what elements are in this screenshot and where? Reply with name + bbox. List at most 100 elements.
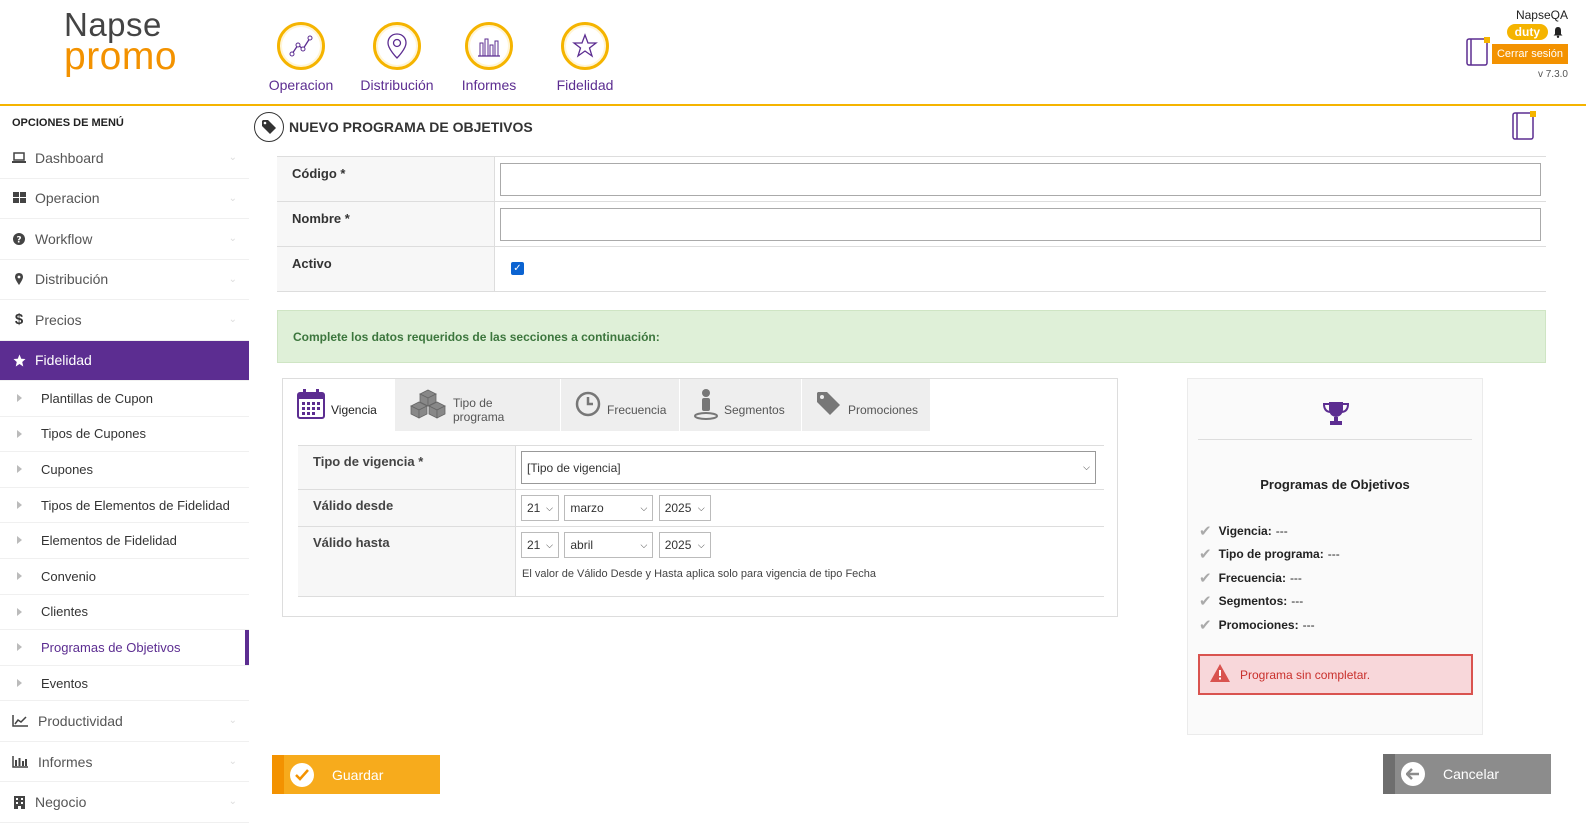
- tab-segmentos[interactable]: Segmentos: [680, 379, 802, 431]
- check-icon: ✔: [1199, 593, 1212, 611]
- summary-item: ✔ Segmentos: ---: [1199, 590, 1340, 614]
- version-label: v 7.3.0: [1537, 69, 1568, 80]
- logout-button[interactable]: Cerrar sesión: [1491, 44, 1568, 64]
- sidebar-item-informes[interactable]: Informes ⌄: [0, 742, 249, 783]
- sidebar-subitem-label: Convenio: [41, 568, 96, 584]
- hasta-day-select[interactable]: 21 ⌵: [521, 532, 559, 558]
- summary-item-label: Frecuencia:: [1218, 570, 1286, 585]
- caret-right-icon: [17, 394, 22, 402]
- napse-promo-logo[interactable]: Napse promo: [64, 8, 177, 76]
- sidebar-item-label: Operacion: [35, 190, 100, 207]
- select-value: 2025: [664, 501, 692, 515]
- sidebar-subitem-label: Tipos de Cupones: [41, 426, 147, 442]
- valido-desde-label: Válido desde: [298, 490, 516, 526]
- desde-month-select[interactable]: marzo ⌵: [564, 495, 654, 521]
- chevron-down-icon: ⌄: [228, 152, 237, 163]
- summary-item-value: ---: [1291, 594, 1304, 609]
- sidebar-item-label: Precios: [35, 311, 82, 328]
- chevron-down-icon: ⌵: [640, 539, 648, 550]
- sidebar-subitem[interactable]: Cupones: [0, 452, 249, 488]
- sidebar-subitem-label: Eventos: [41, 675, 88, 691]
- book-icon[interactable]: [1464, 36, 1492, 73]
- chevron-down-icon: ⌄: [228, 314, 237, 325]
- dollar-icon: $: [14, 311, 24, 329]
- sidebar-item-operacion[interactable]: Operacion ⌄: [0, 179, 249, 219]
- bar-chart-icon: [12, 755, 28, 768]
- summary-item-label: Segmentos:: [1218, 594, 1288, 609]
- top-navigation: Operacion Distribución Informes Fidelida…: [266, 22, 620, 93]
- chevron-down-icon: ⌄: [228, 715, 237, 727]
- question-icon: ?: [12, 232, 26, 245]
- sidebar-subitem[interactable]: Tipos de Cupones: [0, 417, 249, 453]
- book-icon[interactable]: [1510, 110, 1538, 147]
- topnav-fidelidad[interactable]: Fidelidad: [550, 22, 620, 93]
- codigo-input[interactable]: [500, 163, 1541, 196]
- cancel-button[interactable]: Cancelar: [1383, 754, 1551, 794]
- sidebar-item-fidelidad[interactable]: Fidelidad: [0, 340, 249, 381]
- activo-checkbox[interactable]: ✓: [511, 262, 524, 275]
- tab-frecuencia[interactable]: Frecuencia: [561, 379, 680, 431]
- summary-panel: Programas de Objetivos ✔ Vigencia: --- ✔ Ti…: [1187, 378, 1483, 735]
- logo-line2: promo: [64, 35, 178, 78]
- sidebar-item-distribucion[interactable]: Distribución ⌄: [0, 260, 249, 300]
- sidebar-item-negocio[interactable]: Negocio ⌄: [0, 782, 249, 823]
- sidebar-item-label: Workflow: [35, 230, 93, 247]
- sidebar-subitem[interactable]: Clientes: [0, 595, 249, 631]
- sidebar-item-label: Dashboard: [35, 149, 104, 166]
- topnav-operacion[interactable]: Operacion: [266, 22, 336, 93]
- app-header: Napse promo Operacion Distribución Infor…: [0, 0, 1586, 106]
- tipo-vigencia-select[interactable]: [Tipo de vigencia] ⌵: [521, 451, 1096, 484]
- chevron-down-icon: ⌵: [546, 539, 553, 550]
- tab-tipo-programa[interactable]: Tipo de programa: [395, 379, 561, 431]
- topnav-informes[interactable]: Informes: [454, 22, 524, 93]
- bell-icon[interactable]: [1552, 26, 1564, 38]
- topnav-distribucion[interactable]: Distribución: [352, 22, 442, 93]
- caret-right-icon: [17, 678, 22, 687]
- desde-year-select[interactable]: 2025 ⌵: [658, 495, 711, 521]
- caret-right-icon: [17, 500, 22, 509]
- sidebar-subitem[interactable]: Tipos de Elementos de Fidelidad: [0, 488, 249, 524]
- sidebar-item-precios[interactable]: $ Precios ⌄: [0, 300, 249, 341]
- caret-right-icon: [17, 429, 22, 438]
- save-label: Guardar: [332, 766, 384, 783]
- vigencia-hint: El valor de Válido Desde y Hasta aplica …: [522, 568, 877, 580]
- save-button[interactable]: Guardar: [272, 755, 440, 794]
- caret-right-icon: [17, 607, 22, 616]
- sidebar-subitem[interactable]: Plantillas de Cupon: [0, 381, 249, 417]
- nombre-input[interactable]: [500, 208, 1541, 241]
- sidebar-subitem-label: Plantillas de Cupon: [41, 390, 154, 406]
- clock-icon: [575, 391, 601, 420]
- desde-day-select[interactable]: 21 ⌵: [521, 495, 559, 521]
- check-icon: ✔: [1199, 616, 1212, 634]
- hasta-year-select[interactable]: 2025 ⌵: [658, 532, 711, 558]
- sidebar-item-productividad[interactable]: Productividad ⌄: [0, 701, 249, 742]
- tab-promociones[interactable]: Promociones: [802, 379, 931, 431]
- select-value: 2025: [664, 538, 692, 552]
- page-heading: NUEVO PROGRAMA DE OBJETIVOS: [254, 112, 533, 142]
- summary-item: ✔ Frecuencia: ---: [1199, 566, 1340, 590]
- username: NapseQA: [1515, 8, 1568, 22]
- sidebar-subitem[interactable]: Elementos de Fidelidad: [0, 523, 249, 559]
- cancel-label: Cancelar: [1443, 766, 1500, 782]
- sidebar-subitem-programas-objetivos[interactable]: Programas de Objetivos: [0, 630, 249, 666]
- arrow-left-icon: [1401, 762, 1425, 786]
- sidebar-subitem[interactable]: Eventos: [0, 666, 249, 702]
- warning-icon: [1210, 664, 1230, 685]
- map-pin-icon: [373, 22, 421, 70]
- valido-hasta-label: Válido hasta: [298, 527, 516, 596]
- sections-panel: Vigencia Tipo de programa Frecuencia Seg…: [282, 378, 1118, 617]
- star-icon: [12, 354, 26, 367]
- topnav-label: Distribución: [360, 77, 434, 93]
- summary-item-value: ---: [1302, 617, 1315, 632]
- alert-text: Programa sin completar.: [1240, 667, 1371, 682]
- hasta-month-select[interactable]: abril ⌵: [564, 532, 654, 558]
- sidebar-item-dashboard[interactable]: Dashboard ⌄: [0, 138, 249, 179]
- tab-vigencia[interactable]: Vigencia: [283, 379, 395, 431]
- sidebar-subitem[interactable]: Convenio: [0, 559, 249, 595]
- summary-title: Programas de Objetivos: [1260, 477, 1410, 492]
- check-circle-icon: [290, 762, 314, 787]
- check-icon: ✔: [1199, 569, 1212, 587]
- bar-chart-icon: [465, 22, 513, 70]
- sidebar-item-workflow[interactable]: ? Workflow ⌄: [0, 219, 249, 260]
- topnav-label: Operacion: [268, 77, 334, 93]
